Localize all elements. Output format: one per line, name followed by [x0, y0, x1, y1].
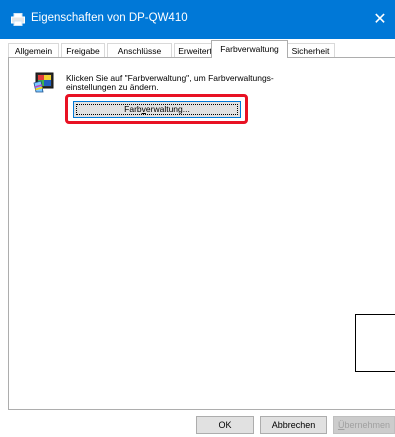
tab-strip: Allgemein Freigabe Anschlüsse Erweitert … — [8, 39, 395, 58]
farbverwaltung-button[interactable]: Farbverwaltung... — [73, 101, 241, 118]
close-button[interactable]: ✕ — [365, 0, 395, 39]
tab-erweitert[interactable]: Erweitert — [174, 43, 216, 57]
tab-panel-farbverwaltung: Klicken Sie auf "Farbverwaltung", um Far… — [8, 57, 395, 410]
farbverwaltung-button-label: Farbverwaltung... — [124, 104, 190, 114]
info-text-line-2: einstellungen zu ändern. — [66, 82, 159, 92]
close-icon: ✕ — [373, 11, 387, 28]
tab-allgemein[interactable]: Allgemein — [8, 43, 59, 57]
window-title: Eigenschaften von DP-QW410 — [31, 12, 188, 24]
info-text: Klicken Sie auf "Farbverwaltung", um Far… — [66, 74, 366, 92]
tab-anschluesse[interactable]: Anschlüsse — [107, 43, 172, 57]
tab-farbverwaltung[interactable]: Farbverwaltung — [211, 40, 288, 58]
printer-icon — [11, 13, 25, 26]
tab-sicherheit[interactable]: Sicherheit — [286, 43, 335, 57]
empty-frame — [355, 314, 395, 372]
ok-button[interactable]: OK — [196, 416, 254, 434]
cancel-button[interactable]: Abbrechen — [260, 416, 327, 434]
title-bar: Eigenschaften von DP-QW410 ✕ — [0, 0, 395, 39]
apply-button[interactable]: Übernehmen — [333, 416, 395, 434]
color-management-icon — [33, 72, 54, 93]
tab-freigabe[interactable]: Freigabe — [61, 43, 105, 57]
